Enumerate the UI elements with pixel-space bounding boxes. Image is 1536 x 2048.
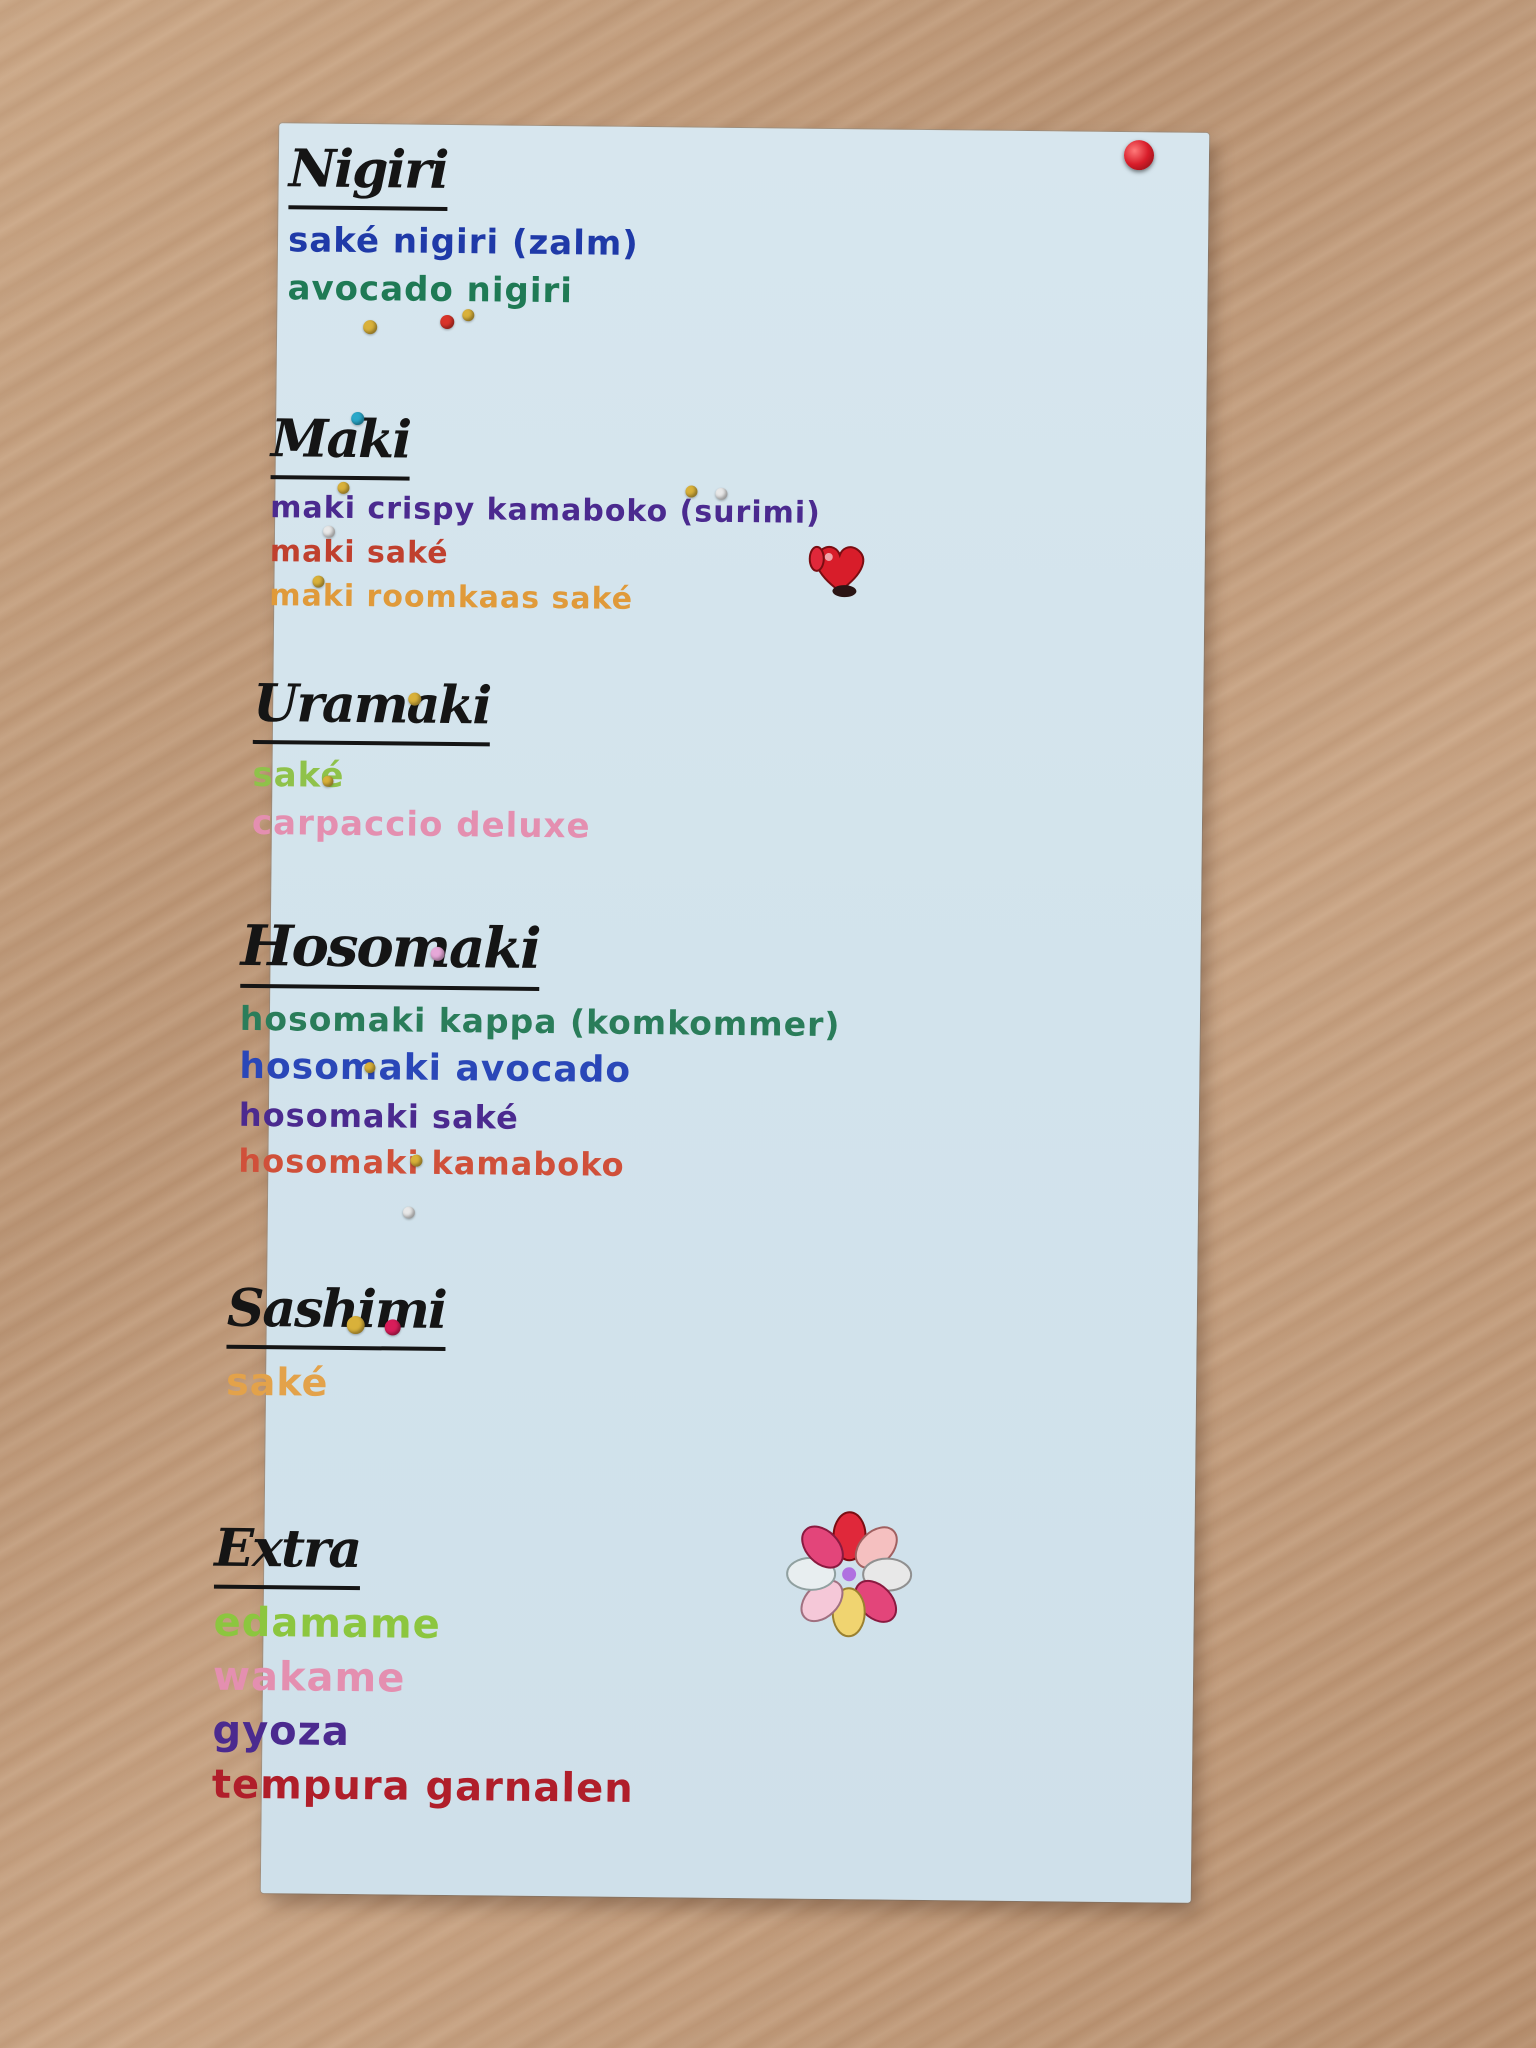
silver-gem-icon <box>322 525 336 538</box>
menu-item: wakame <box>212 1653 406 1702</box>
gold-gem-icon <box>364 1062 376 1074</box>
menu-item: saké <box>225 1359 329 1405</box>
pink-gem-icon <box>430 946 445 961</box>
menu-item: edamame <box>213 1599 442 1648</box>
blue-gem-icon <box>351 411 365 426</box>
menu-item: hosomaki kappa (komkommer) <box>239 998 841 1045</box>
heart-gem-icon <box>808 545 865 598</box>
menu-item: maki crispy kamaboko (surimi) <box>270 490 822 531</box>
menu-list: Nigiri saké nigiri (zalm) avocado nigiri… <box>212 123 1209 1903</box>
menu-item: carpaccio deluxe <box>251 802 591 847</box>
menu-item: hosomaki saké <box>238 1095 519 1137</box>
gold-gem-icon <box>346 1315 365 1335</box>
section-nigiri: Nigiri saké nigiri (zalm) avocado nigiri <box>287 138 640 323</box>
section-heading: Sashimi <box>226 1278 446 1351</box>
section-heading: Uramaki <box>252 673 490 747</box>
red-gem-icon <box>440 314 455 330</box>
section-heading: Nigiri <box>288 138 448 211</box>
menu-item: hosomaki avocado <box>239 1045 632 1091</box>
section-extra: Extra edamame wakame gyoza tempura garna… <box>211 1518 637 1823</box>
section-maki: Maki maki crispy kamaboko (surimi) maki … <box>269 408 822 631</box>
section-heading: Extra <box>213 1518 360 1591</box>
section-uramaki: Uramaki saké carpaccio deluxe <box>251 673 592 858</box>
menu-card: Nigiri saké nigiri (zalm) avocado nigiri… <box>212 123 1210 1903</box>
gold-gem-icon <box>685 485 698 498</box>
menu-item: tempura garnalen <box>211 1761 634 1812</box>
menu-item: avocado nigiri <box>287 268 574 312</box>
silver-gem-icon <box>715 487 728 500</box>
flower-gem-icon <box>786 1511 913 1638</box>
menu-item: saké nigiri (zalm) <box>287 220 640 264</box>
gold-gem-icon <box>322 775 334 787</box>
pink-gem-icon <box>384 1319 401 1336</box>
gold-gem-icon <box>462 309 475 322</box>
menu-item: maki roomkaas saké <box>269 578 634 617</box>
gold-gem-icon <box>363 320 378 335</box>
gold-gem-icon <box>312 575 325 588</box>
gold-gem-icon <box>408 692 422 706</box>
section-heading: Maki <box>270 408 410 481</box>
menu-item: maki saké <box>269 534 449 571</box>
menu-item: hosomaki kamaboko <box>238 1141 625 1184</box>
gold-gem-icon <box>410 1154 423 1167</box>
menu-item: gyoza <box>212 1707 351 1756</box>
gold-gem-icon <box>337 481 350 494</box>
section-sashimi: Sashimi saké <box>225 1278 446 1417</box>
menu-item: saké <box>252 754 345 796</box>
section-hosomaki: Hosomaki hosomaki kappa (komkommer) hoso… <box>238 913 841 1197</box>
section-heading: Hosomaki <box>240 913 540 991</box>
silver-gem-icon <box>402 1206 415 1219</box>
